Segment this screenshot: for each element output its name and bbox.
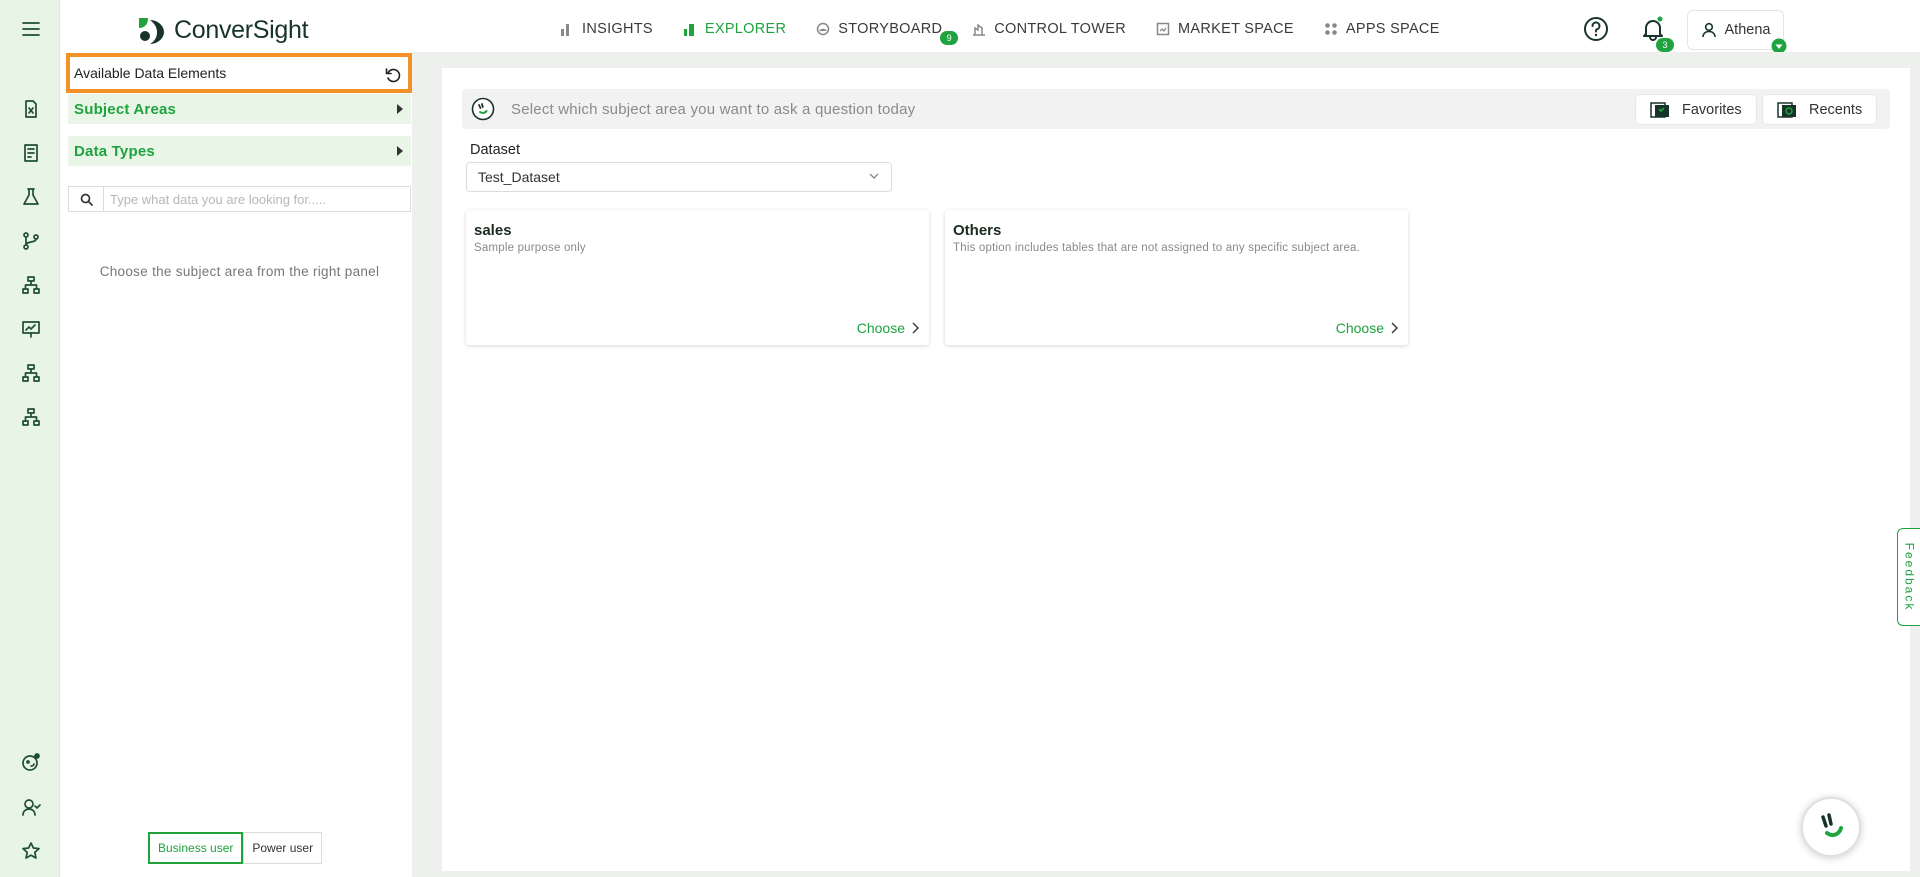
nav-storyboard-label: STORYBOARD (838, 21, 943, 37)
user-icon (1701, 22, 1716, 38)
market-space-icon (1156, 22, 1170, 36)
nav-insights-label: INSIGHTS (582, 21, 653, 37)
report-document-icon[interactable] (18, 140, 44, 166)
choose-sales-button[interactable]: Choose (857, 320, 919, 336)
chevron-right-icon (912, 322, 919, 334)
nav-apps-space-label: APPS SPACE (1345, 21, 1440, 37)
notification-count-badge: 3 (1656, 38, 1674, 52)
recents-button[interactable]: Recents (1763, 95, 1877, 124)
ask-placeholder: Select which subject area you want to as… (511, 101, 916, 118)
favorites-button[interactable]: Favorites (1636, 95, 1756, 124)
empty-state-hint: Choose the subject area from the right p… (99, 264, 380, 279)
hamburger-menu-icon[interactable] (18, 16, 44, 42)
nav-insights[interactable]: INSIGHTS (560, 19, 653, 39)
conversight-bot-icon (471, 97, 495, 121)
choose-others-button[interactable]: Choose (1336, 320, 1398, 336)
ask-bar[interactable]: Select which subject area you want to as… (462, 89, 1890, 129)
nav-apps-space[interactable]: APPS SPACE (1324, 19, 1440, 39)
explorer-chart-icon (683, 24, 694, 36)
business-user-button[interactable]: Business user (148, 832, 244, 864)
user-name: Athena (1724, 22, 1771, 38)
notifications-button[interactable]: 3 (1640, 16, 1674, 52)
subject-areas-label: Subject Areas (74, 100, 177, 118)
choose-label: Choose (1335, 320, 1384, 336)
search-icon (68, 186, 103, 212)
chevron-right-icon (1391, 322, 1398, 334)
assistant-bot-icon[interactable] (18, 749, 44, 775)
available-data-elements-header: Available Data Elements (66, 53, 412, 93)
user-menu[interactable]: Athena (1687, 10, 1787, 54)
data-search (68, 186, 411, 212)
card-title: Others (953, 222, 1002, 239)
data-elements-panel: Available Data Elements Subject Areas Da… (60, 52, 420, 877)
star-icon[interactable] (18, 838, 44, 864)
favorites-label: Favorites (1682, 101, 1742, 118)
git-branch-icon[interactable] (18, 228, 44, 254)
chatbot-launcher[interactable] (1801, 797, 1861, 857)
dataset-label: Dataset (470, 142, 520, 158)
presentation-icon[interactable] (18, 316, 44, 342)
data-search-input[interactable] (103, 186, 411, 212)
data-types-label: Data Types (74, 142, 155, 160)
storyboard-icon (817, 22, 830, 36)
conversight-logo[interactable]: ConverSight (136, 14, 309, 46)
nav-market-space[interactable]: MARKET SPACE (1156, 19, 1294, 39)
subject-card-others[interactable]: Others This option includes tables that … (945, 210, 1408, 345)
nav-control-tower-label: CONTROL TOWER (994, 21, 1126, 37)
nav-control-tower[interactable]: CONTROL TOWER (972, 19, 1126, 39)
panel-title: Available Data Elements (74, 65, 227, 81)
recents-label: Recents (1809, 101, 1863, 118)
nav-explorer[interactable]: EXPLORER (683, 19, 786, 39)
feedback-tab[interactable]: Feedback (1897, 528, 1920, 626)
subject-areas-accordion[interactable]: Subject Areas (68, 94, 411, 124)
feedback-label: Feedback (1902, 542, 1917, 612)
caret-right-icon (397, 146, 403, 156)
nav-explorer-label: EXPLORER (704, 21, 787, 37)
card-description: Sample purpose only (474, 242, 586, 254)
recents-icon (1777, 101, 1796, 118)
choose-label: Choose (856, 320, 905, 336)
conversight-logo-icon (139, 18, 164, 44)
nav-market-space-label: MARKET SPACE (1178, 21, 1294, 37)
formula-document-icon[interactable] (18, 96, 44, 122)
subject-card-sales[interactable]: sales Sample purpose only Choose (466, 210, 929, 345)
lab-flask-icon[interactable] (18, 184, 44, 210)
bar-chart-icon (561, 24, 569, 36)
card-description: This option includes tables that are not… (953, 242, 1361, 254)
chevron-down-icon (869, 173, 879, 179)
nav-storyboard[interactable]: STORYBOARD 9 (816, 19, 959, 45)
card-title: sales (474, 222, 512, 239)
org-chart-icon[interactable] (18, 404, 44, 430)
main-nav: INSIGHTS EXPLORER STORYBOARD 9 CONTROL T… (560, 19, 1470, 45)
favorites-icon (1650, 101, 1669, 118)
brand-name: ConverSight (174, 15, 309, 44)
left-rail (0, 0, 60, 877)
dataset-select[interactable]: Test_Dataset (466, 162, 892, 192)
storyboard-badge: 9 (940, 31, 959, 45)
apps-grid-icon (1325, 23, 1337, 35)
chatbot-logo-icon (1821, 813, 1843, 838)
power-user-button[interactable]: Power user (243, 832, 323, 864)
caret-right-icon (397, 104, 403, 114)
sitemap-icon[interactable] (18, 360, 44, 386)
data-types-accordion[interactable]: Data Types (68, 136, 411, 166)
control-tower-icon (973, 23, 986, 36)
dataset-value: Test_Dataset (478, 169, 560, 185)
help-icon[interactable] (1583, 16, 1609, 42)
user-mode-toggle: Business user Power user (148, 832, 323, 864)
hierarchy-icon[interactable] (18, 272, 44, 298)
users-icon[interactable] (18, 794, 44, 820)
refresh-icon[interactable] (384, 66, 402, 84)
